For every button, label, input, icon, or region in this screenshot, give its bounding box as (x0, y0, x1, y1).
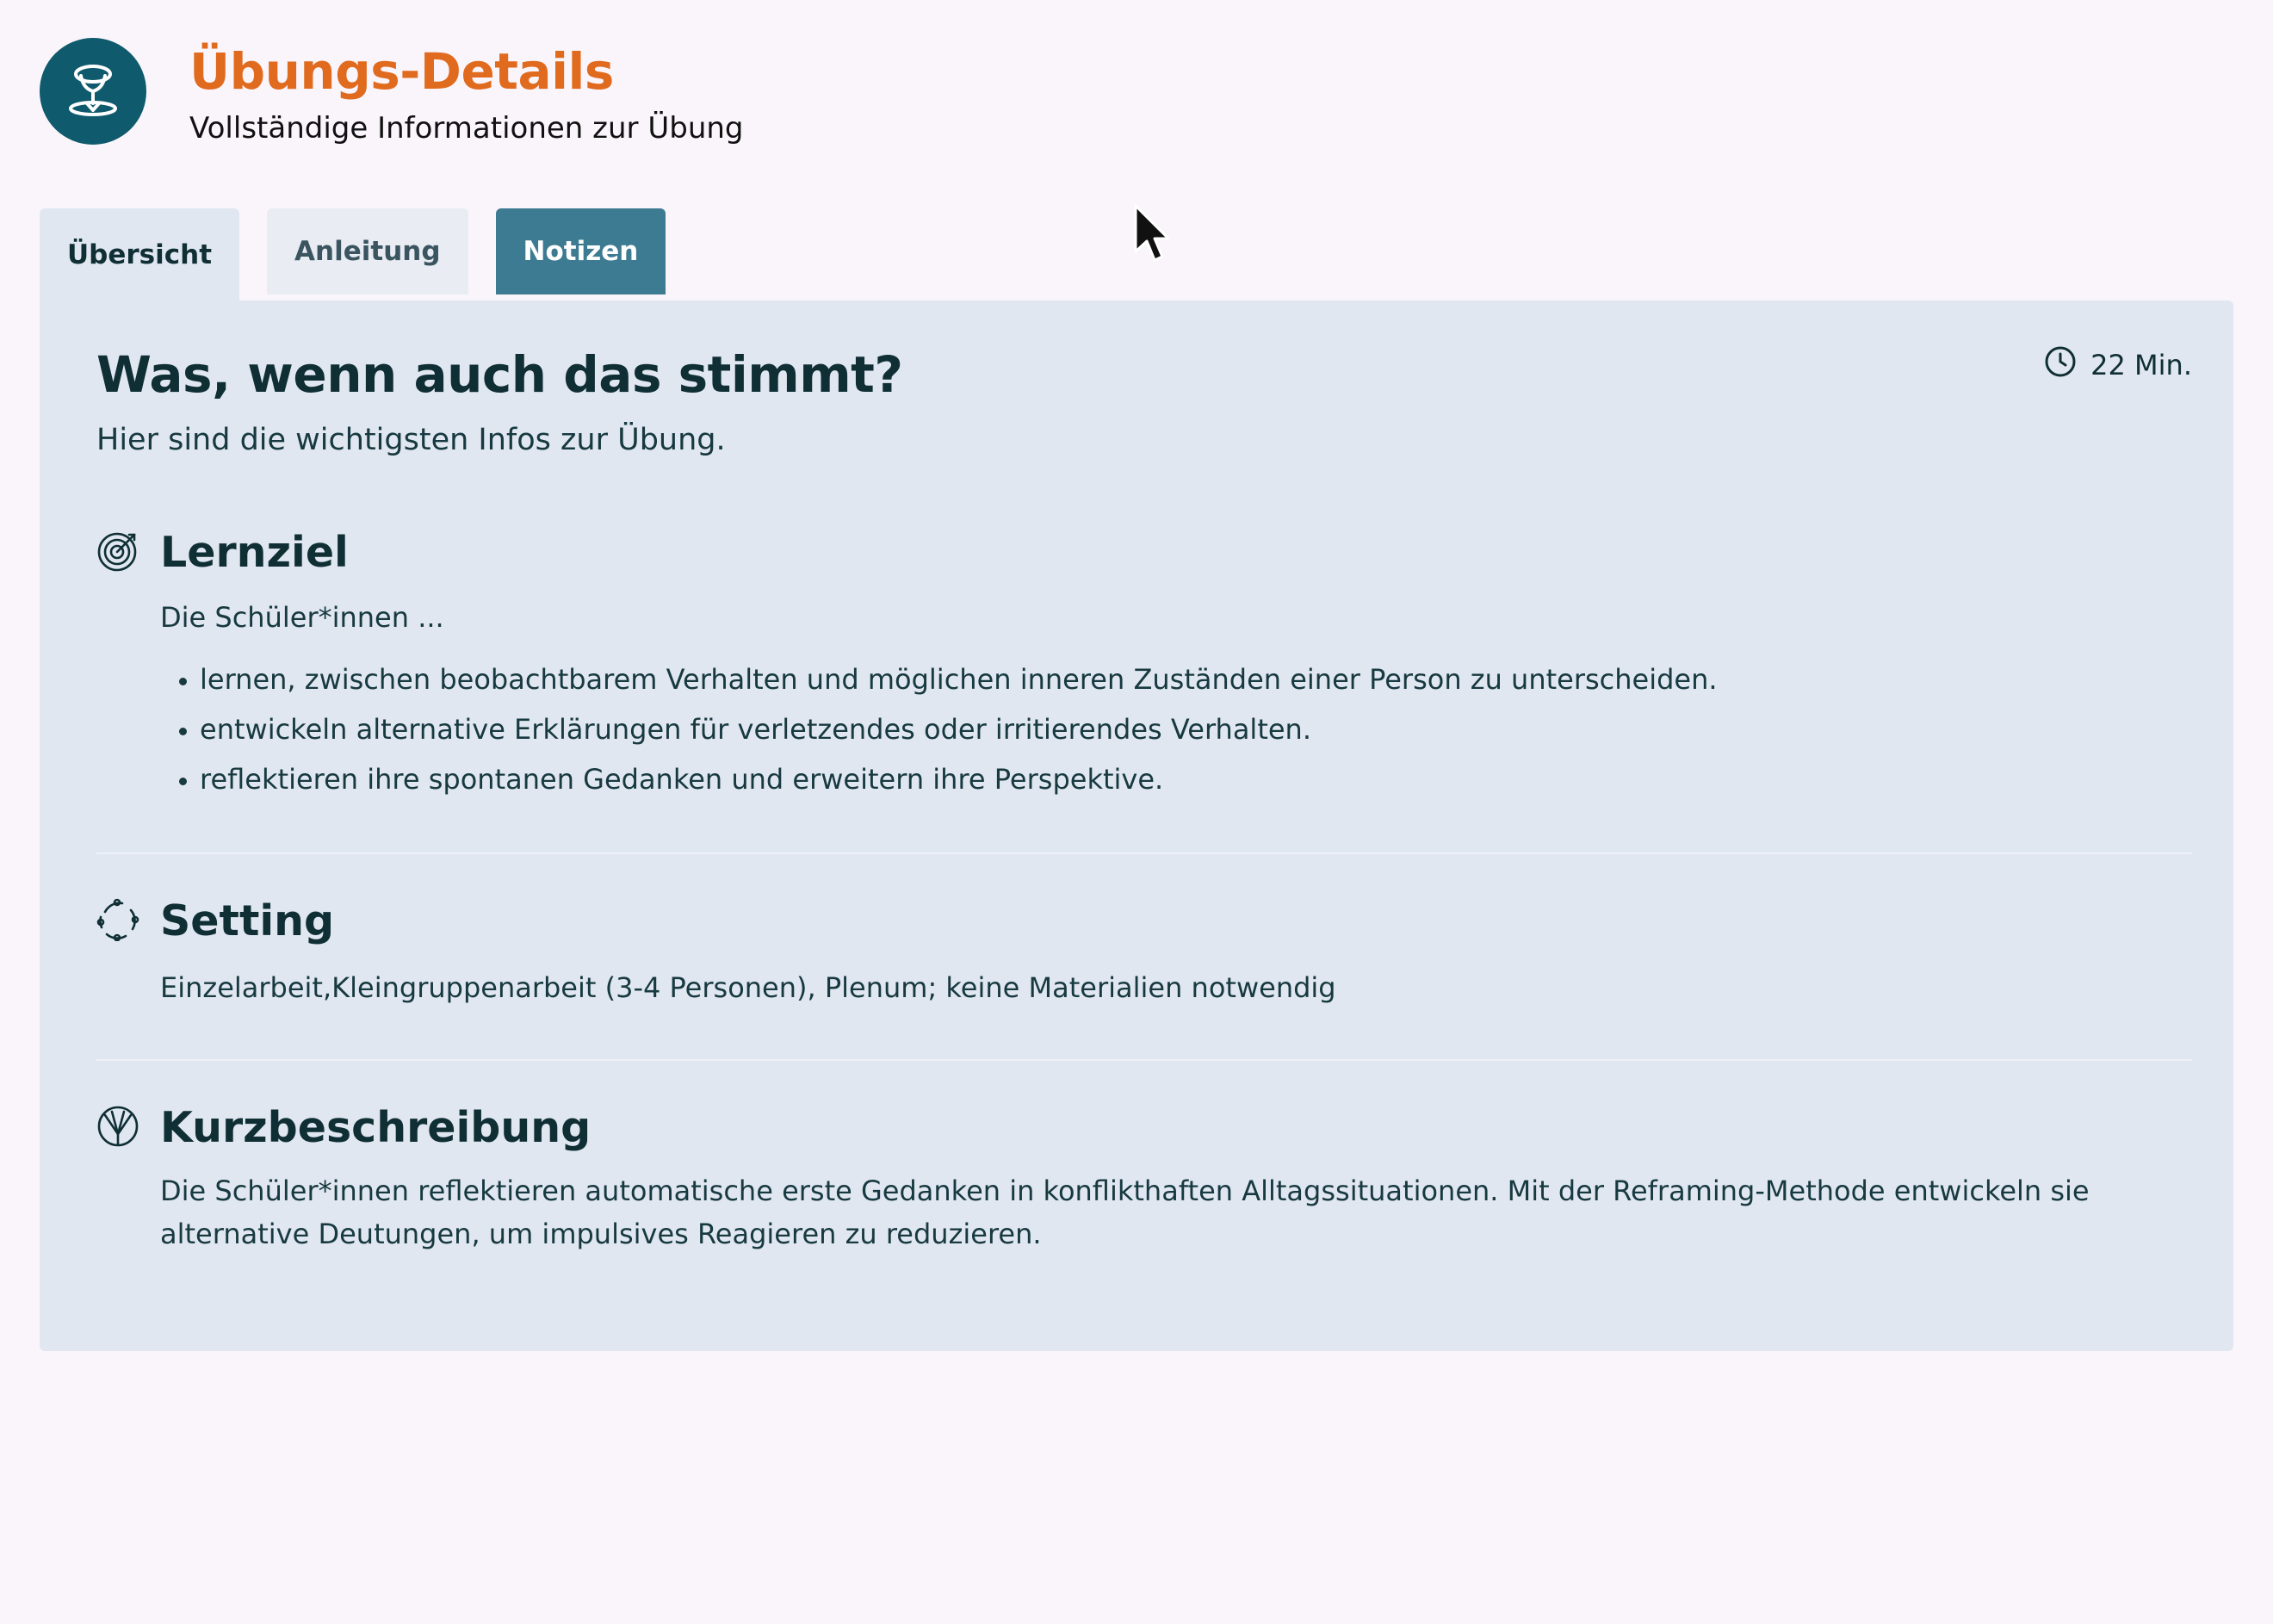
mouse-cursor-icon (1133, 203, 1171, 267)
lernziel-list: lernen, zwischen beobachtbarem Verhalten… (160, 654, 2192, 804)
tab-anleitung[interactable]: Anleitung (267, 208, 468, 294)
list-item: entwickeln alternative Erklärungen für v… (200, 704, 2192, 754)
section-setting: Setting Einzelarbeit,Kleingruppenarbeit … (96, 896, 2192, 1009)
clock-icon (2044, 345, 2077, 385)
section-kurzbeschreibung: Kurzbeschreibung Die Schüler*innen refle… (96, 1103, 2192, 1255)
section-divider (96, 1059, 2192, 1061)
section-lernziel: Lernziel Die Schüler*innen ... lernen, z… (96, 528, 2192, 804)
exercise-intro: Hier sind die wichtigsten Infos zur Übun… (96, 423, 726, 457)
list-item: lernen, zwischen beobachtbarem Verhalten… (200, 654, 2192, 704)
section-title-setting: Setting (160, 896, 335, 945)
setting-text: Einzelarbeit,Kleingruppenarbeit (3-4 Per… (160, 971, 1336, 1004)
page-subtitle: Vollständige Informationen zur Übung (189, 111, 744, 146)
lernziel-intro: Die Schüler*innen ... (160, 601, 444, 634)
tab-notizen[interactable]: Notizen (495, 208, 666, 294)
tab-uebersicht[interactable]: Übersicht (40, 208, 240, 301)
tab-bar: Übersicht Anleitung Notizen (40, 208, 666, 301)
section-divider (96, 852, 2192, 854)
overview-panel: Was, wenn auch das stimmt? 22 Min. Hier … (40, 301, 2233, 1351)
page-title: Übungs-Details (189, 42, 614, 101)
page-header: Übungs-Details Vollständige Informatione… (40, 38, 744, 150)
duration-badge: 22 Min. (2044, 345, 2192, 385)
exercise-title: Was, wenn auch das stimmt? (96, 345, 903, 404)
circular-arrows-icon (96, 898, 139, 945)
section-title-lernziel: Lernziel (160, 528, 349, 577)
target-icon (96, 530, 139, 576)
trophy-outline-icon (40, 38, 146, 145)
duration-label: 22 Min. (2090, 349, 2192, 381)
list-item: reflektieren ihre spontanen Gedanken und… (200, 754, 2192, 804)
section-title-kurzbeschreibung: Kurzbeschreibung (160, 1103, 591, 1152)
fan-icon (96, 1105, 139, 1151)
kurzbeschreibung-text: Die Schüler*innen reflektieren automatis… (160, 1175, 2090, 1250)
